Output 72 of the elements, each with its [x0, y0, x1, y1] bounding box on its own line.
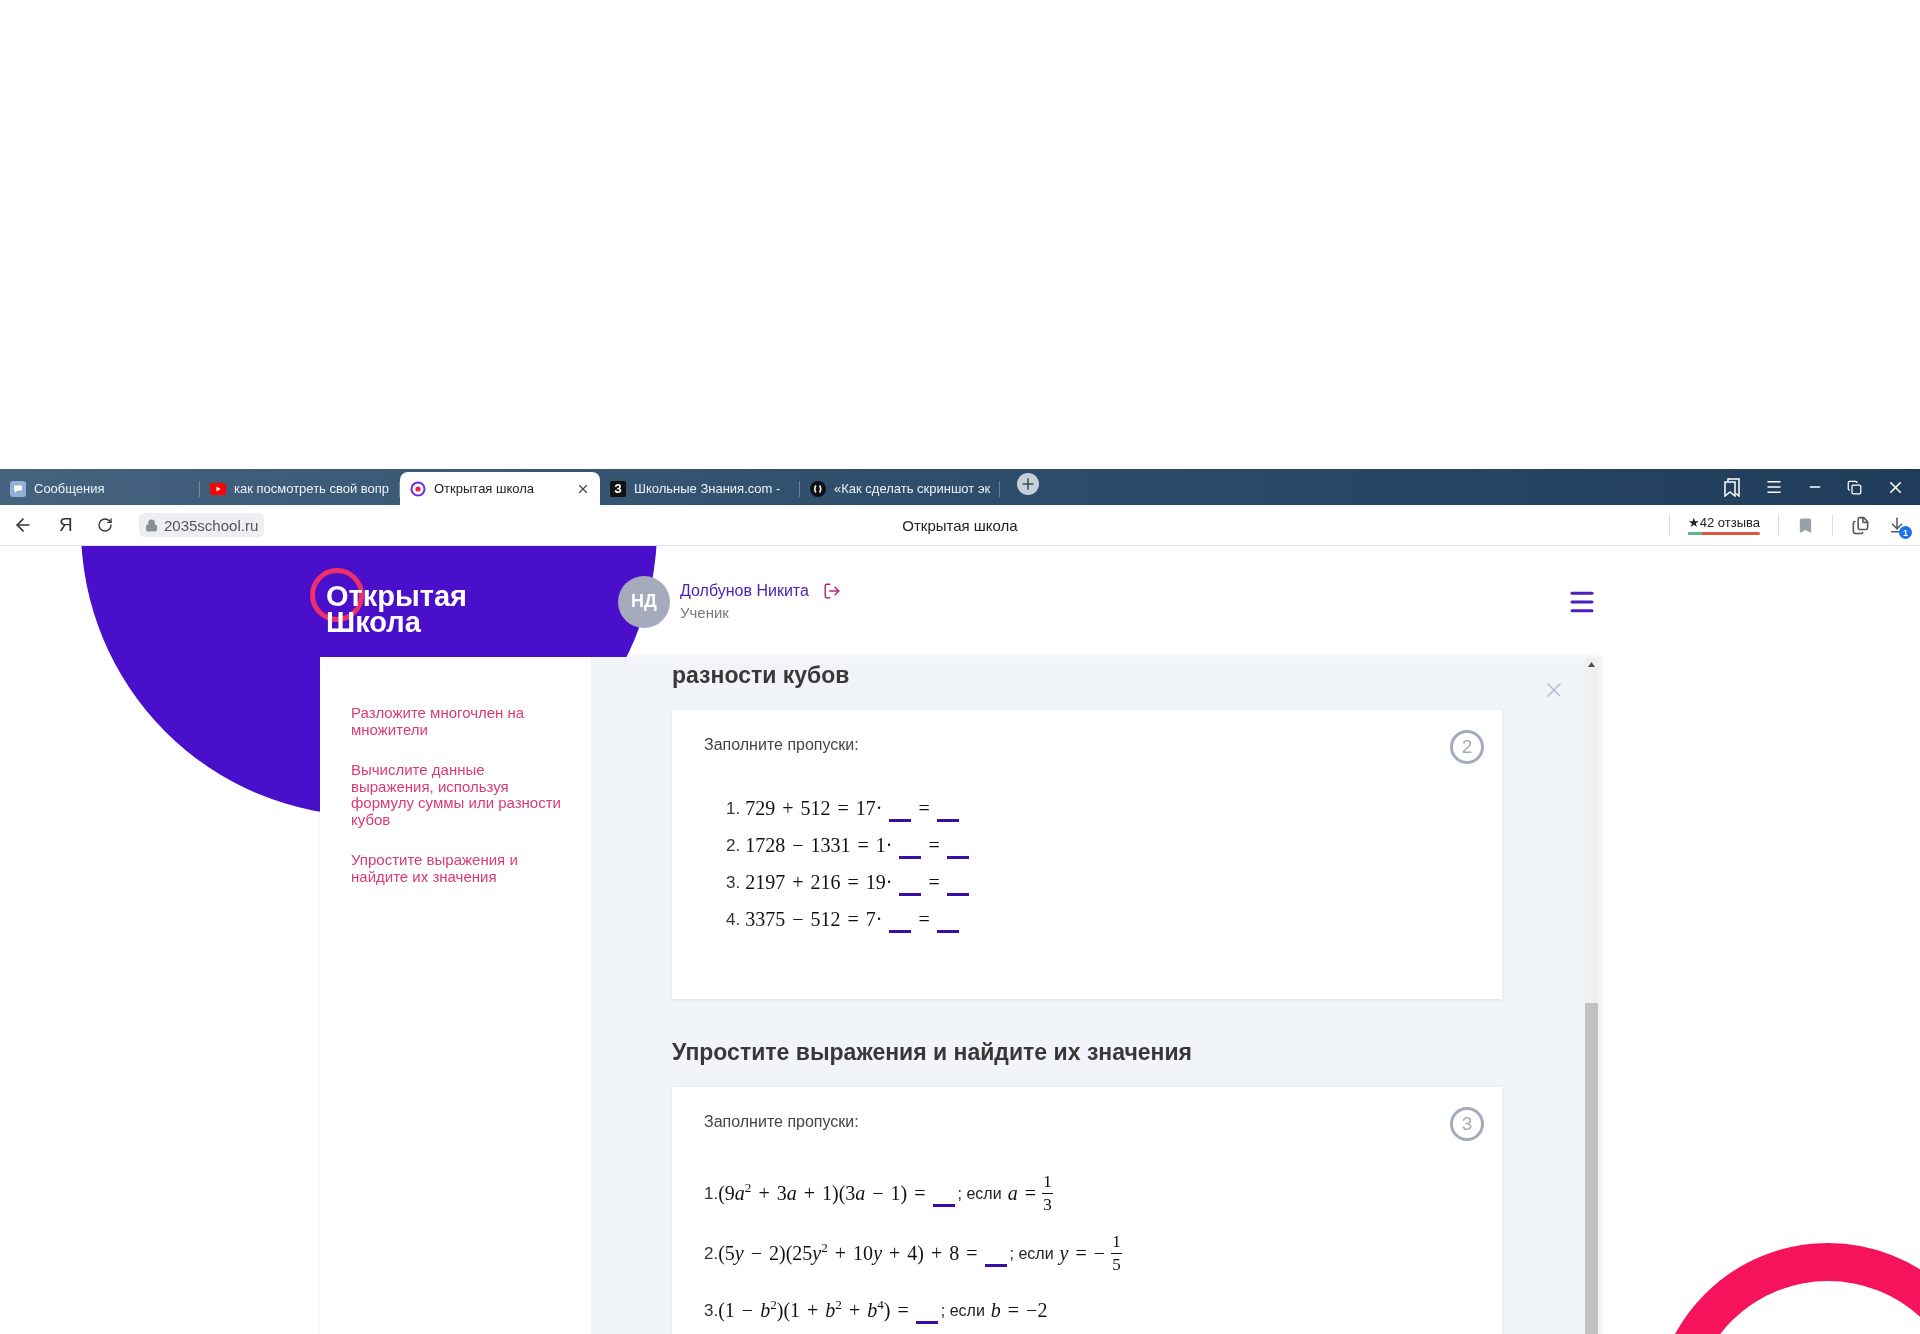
address-field[interactable]: 2035school.ru — [139, 513, 265, 537]
sidebar-link[interactable]: Упростите выражения и найдите их значения — [351, 852, 563, 885]
url-text: 2035school.ru — [164, 516, 259, 534]
math-expression: y = − — [1059, 1242, 1106, 1265]
math-expression: a = — [1007, 1182, 1036, 1205]
math-expression: = — [928, 871, 940, 894]
fraction-denominator: 5 — [1112, 1255, 1121, 1275]
target-icon — [410, 480, 426, 497]
math-expression: 3375 − 512 = 7· — [745, 908, 883, 931]
user-name-link[interactable]: Долбунов Никита — [680, 582, 809, 600]
tab-title: Сообщения — [34, 481, 106, 496]
bookmarks-icon[interactable] — [1723, 477, 1741, 497]
task-prompt: Заполните пропуски: — [704, 736, 859, 754]
list-number: 3. — [726, 872, 741, 893]
condition-text: ; если — [1009, 1244, 1054, 1263]
bookmark-icon[interactable] — [1797, 516, 1814, 534]
restore-icon[interactable] — [1847, 479, 1862, 495]
count-badge: 1 — [1899, 526, 1912, 539]
list-number: 1. — [704, 1183, 719, 1204]
math-expression: b = −2 — [990, 1299, 1048, 1322]
circle-logo-icon — [810, 480, 826, 497]
math-expression: (5y − 2)(25y$^{2}$ + 10y + 4) + 8 = — [718, 1242, 978, 1265]
browser-tab[interactable]: Открытая школа — [400, 472, 600, 505]
section-heading: разности кубов — [672, 661, 850, 690]
reviews-link[interactable]: ★42 отзыва — [1687, 515, 1760, 530]
math-expression: 1728 − 1331 = 1· — [745, 834, 893, 857]
condition-text: ; если — [957, 1184, 1002, 1203]
home-letter-button[interactable]: Я — [59, 514, 71, 536]
scroll-up-arrow-icon[interactable] — [1588, 662, 1595, 667]
list-number: 2. — [704, 1243, 719, 1264]
browser-tab[interactable]: как посмотреть свой вопр — [200, 472, 400, 505]
math-expression: 2197 + 216 = 19· — [745, 871, 893, 894]
fraction-denominator: 3 — [1043, 1195, 1052, 1215]
scrollbar-thumb[interactable] — [1585, 1003, 1598, 1334]
math-expression: (9a$^{2}$ + 3a + 1)(3a − 1) = — [718, 1182, 926, 1205]
browser-tab[interactable]: Сообщения — [0, 472, 200, 505]
fraction-numerator: 1 — [1043, 1172, 1052, 1192]
math-expression: (1 − b$^{2}$)(1 + b$^{2}$ + b$^{4}$) = — [718, 1299, 909, 1322]
menu-icon[interactable] — [1765, 478, 1783, 496]
sidebar-link[interactable]: Вычислите данные выражения, используя формулу суммы или разности кубов — [351, 762, 563, 828]
logout-icon[interactable] — [822, 582, 841, 600]
tab-title: «Как сделать скриншот эк — [834, 481, 991, 496]
sidebar-link[interactable]: Разложите многочлен на множители — [351, 705, 563, 738]
letter-tile: З — [610, 480, 626, 497]
play-button-icon — [210, 482, 226, 495]
tab-title: Школьные Знания.com - — [634, 481, 782, 496]
tab-title: Открытая школа — [434, 481, 536, 496]
math-expression: = — [928, 834, 940, 857]
number-badge: 2 — [1450, 730, 1484, 764]
math-expression: = — [918, 797, 930, 820]
user-role: Ученик — [680, 604, 730, 621]
math-expression: 729 + 512 = 17· — [745, 797, 883, 820]
scrollbar-track[interactable] — [1585, 657, 1598, 1334]
math-expression: = — [918, 908, 930, 931]
list-number: 2. — [726, 835, 741, 856]
list-number: 4. — [726, 909, 741, 930]
section-heading: Упростите выражения и найдите их значения — [672, 1038, 1192, 1067]
list-number: 1. — [726, 798, 741, 819]
files-icon[interactable] — [1851, 515, 1870, 535]
number-badge: 3 — [1450, 1107, 1484, 1141]
fraction-numerator: 1 — [1112, 1232, 1121, 1252]
browser-tab[interactable]: «Как сделать скриншот эк — [800, 472, 1000, 505]
plus-icon[interactable] — [1017, 473, 1039, 495]
reload-icon[interactable] — [97, 517, 113, 533]
condition-text: ; если — [940, 1301, 985, 1320]
tab-title: как посмотреть свой вопр — [234, 481, 390, 496]
page-title: Открытая школа — [902, 516, 1018, 534]
speech-bubble-icon — [10, 480, 26, 497]
lock-icon — [145, 518, 158, 532]
list-number: 3. — [704, 1300, 719, 1321]
browser-tab[interactable]: З Школьные Знания.com - — [600, 472, 800, 505]
task-prompt: Заполните пропуски: — [704, 1113, 859, 1131]
